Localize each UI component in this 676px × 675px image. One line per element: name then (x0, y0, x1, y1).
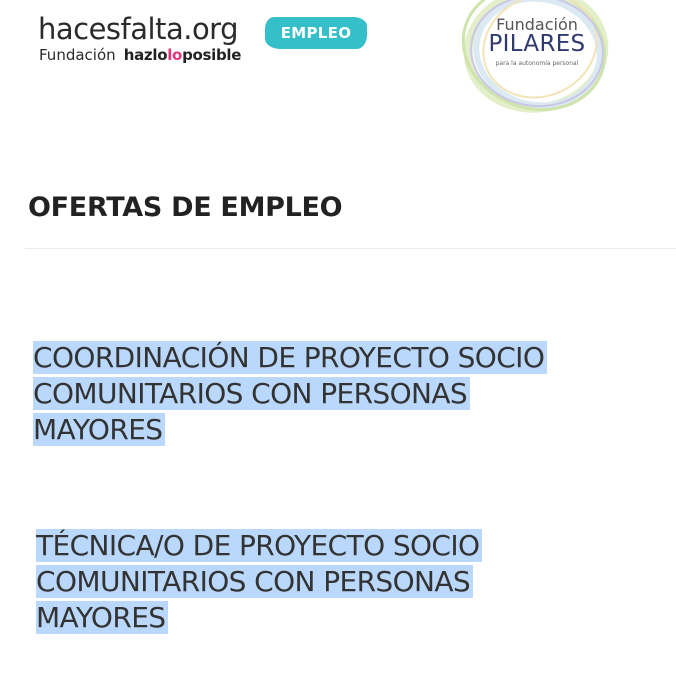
brand-foundation-label: Fundación (39, 46, 116, 64)
offer-title-line: MAYORES (36, 601, 169, 634)
brand-subtitle: Fundación hazloloposible (39, 45, 241, 64)
hazloposible-part-3: posible (182, 46, 242, 64)
hazloposible-part-2: lo (167, 46, 183, 64)
offer-title-line: COMUNITARIOS CON PERSONAS (36, 565, 474, 598)
offer-title-line: COMUNITARIOS CON PERSONAS (33, 377, 471, 410)
fundacion-pilares-logo[interactable]: Fundación PILARES para la autonomía pers… (452, 0, 622, 122)
empleo-badge: EMPLEO (265, 17, 367, 49)
offer-title-line: TÉCNICA/O DE PROYECTO SOCIO (36, 529, 483, 562)
offer-title-line: COORDINACIÓN DE PROYECTO SOCIO (33, 341, 548, 374)
hazloposible-wordmark: hazloloposible (123, 46, 242, 64)
offer-title-line: MAYORES (33, 413, 166, 446)
job-offer-link[interactable]: TÉCNICA/O DE PROYECTO SOCIO COMUNITARIOS… (36, 528, 483, 636)
brand-name: hacesfalta.org (38, 12, 239, 46)
job-offer-link[interactable]: COORDINACIÓN DE PROYECTO SOCIO COMUNITAR… (33, 340, 548, 448)
hacesfalta-logo-link[interactable]: hacesfalta.org Fundación hazloloposible (38, 12, 241, 64)
pilares-tagline: para la autonomía personal (495, 60, 579, 67)
pilares-name: PILARES (488, 31, 586, 57)
divider (25, 248, 676, 249)
page-title: OFERTAS DE EMPLEO (28, 192, 343, 223)
hazloposible-part-1: hazlo (123, 46, 168, 64)
site-header: hacesfalta.org Fundación hazloloposible … (0, 0, 676, 130)
